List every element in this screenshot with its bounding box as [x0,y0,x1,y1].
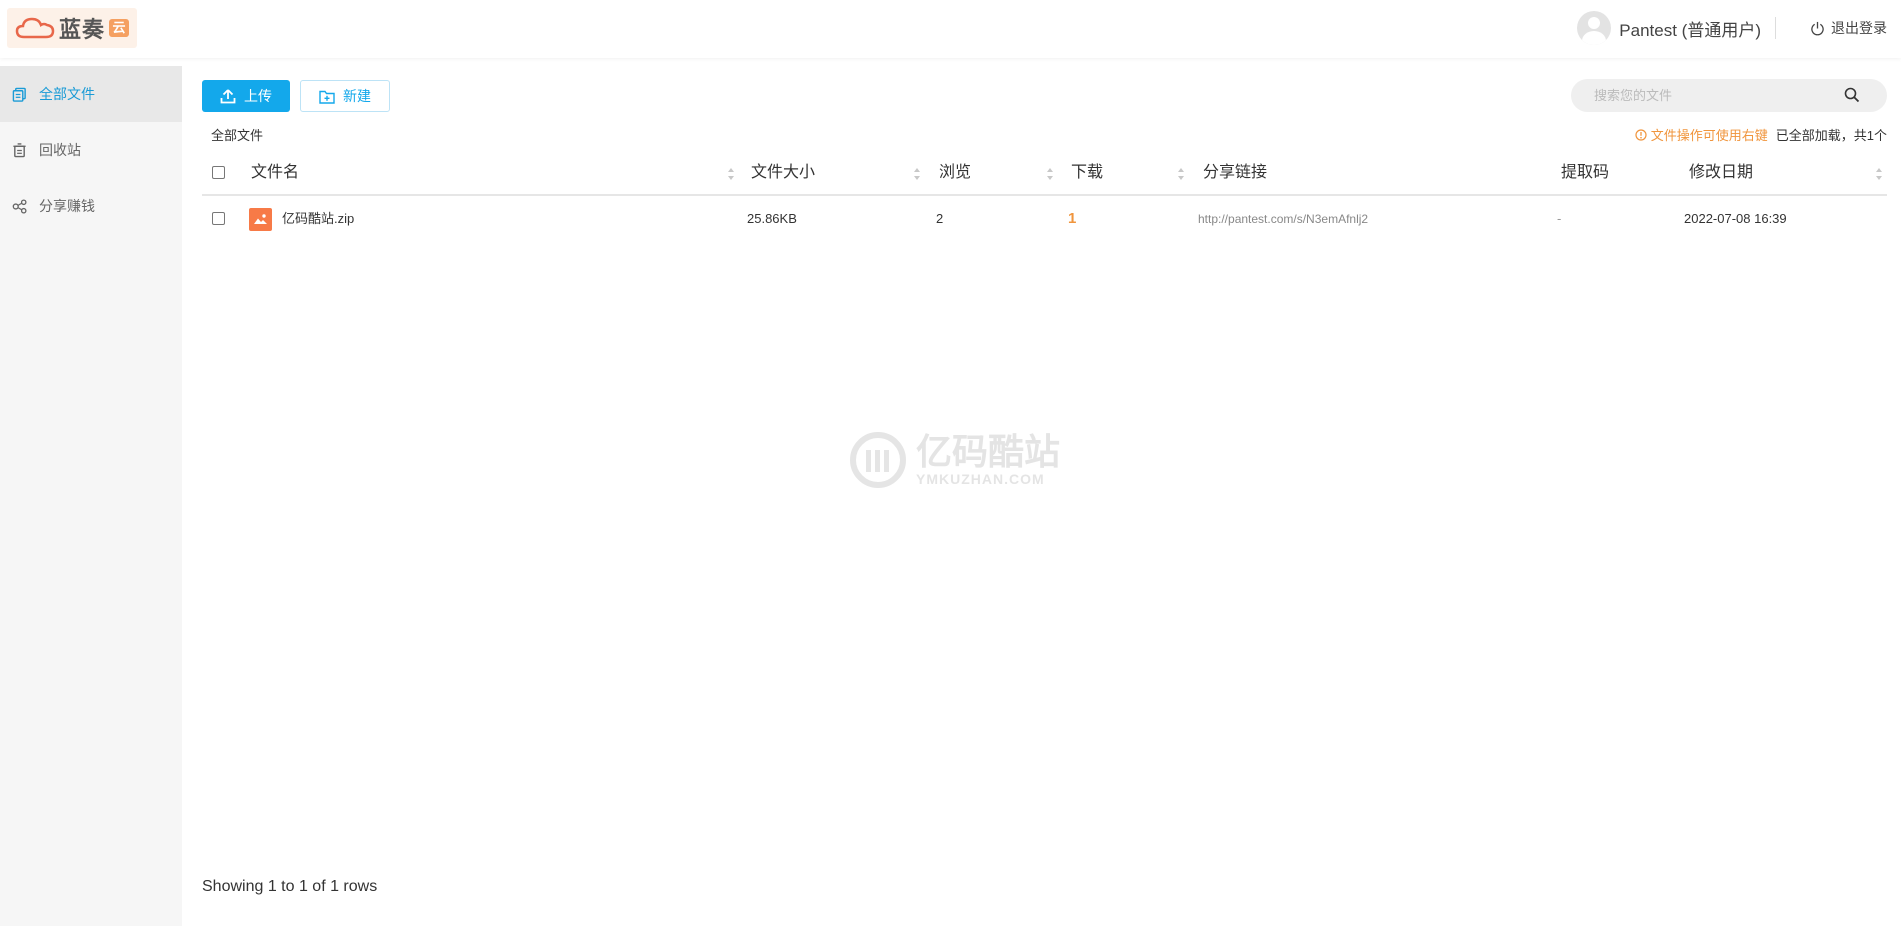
column-header-share-link[interactable]: 分享链接 [1203,150,1267,196]
table-row[interactable]: 亿码酷站.zip 25.86KB 2 1 http://pantest.com/… [202,196,1887,242]
watermark-text: 亿码酷站 YMKUZHAN.COM [916,431,1061,488]
column-header-size[interactable]: 文件大小 [751,150,815,196]
file-downloads: 1 [1068,210,1077,227]
select-all-checkbox[interactable] [212,166,225,179]
column-header-views[interactable]: 浏览 [939,150,971,196]
share-icon [12,198,27,214]
upload-label: 上传 [244,88,272,104]
trash-icon [13,142,26,157]
share-link[interactable]: http://pantest.com/s/N3emAfnlj2 [1198,196,1368,242]
column-header-name[interactable]: 文件名 [251,150,299,196]
sort-icon[interactable] [914,168,920,180]
cloud-icon [15,17,55,39]
sort-icon[interactable] [1178,168,1184,180]
image-file-icon [249,208,272,231]
logout-label: 退出登录 [1831,20,1887,36]
sidebar-item-label: 分享赚钱 [39,198,95,214]
logout-button[interactable]: 退出登录 [1810,18,1887,38]
sort-icon[interactable] [1876,168,1882,180]
logo-badge: 云 [109,19,130,37]
file-table: 文件名 文件大小 浏览 下载 分享链接 提取码 修改日期 亿码酷站.zip 25… [202,150,1887,242]
file-size: 25.86KB [747,211,797,226]
modified-date: 2022-07-08 16:39 [1684,211,1787,226]
file-views: 2 [936,211,944,226]
watermark: 亿码酷站 YMKUZHAN.COM [850,432,1060,488]
sort-icon[interactable] [728,168,734,180]
new-folder-label: 新建 [343,88,371,104]
file-name[interactable]: 亿码酷站.zip [282,196,354,242]
column-header-pickup-code[interactable]: 提取码 [1561,150,1609,196]
top-header: 蓝奏 云 Pantest (普通用户) 退出登录 [0,0,1901,58]
files-icon [12,87,26,102]
warning-icon [1635,128,1647,141]
user-info[interactable]: Pantest (普通用户) [1577,10,1761,46]
column-header-modified-date[interactable]: 修改日期 [1689,150,1753,196]
main-content: 上传 新建 全部文件 文件操作可使用右键 已全部加载，共1个 [182,58,1901,926]
upload-icon [220,89,236,104]
sidebar-item-share-earn[interactable]: 分享赚钱 [0,178,182,234]
sidebar: 全部文件 回收站 分享赚钱 [0,66,182,926]
sidebar-item-all-files[interactable]: 全部文件 [0,66,182,122]
power-icon [1811,21,1824,35]
watermark-cn: 亿码酷站 [916,431,1061,472]
new-folder-icon [319,90,335,104]
hint-bar: 文件操作可使用右键 已全部加载，共1个 [1635,125,1887,144]
right-click-hint: 文件操作可使用右键 [1635,125,1768,144]
sort-icon[interactable] [1047,168,1053,180]
breadcrumb[interactable]: 全部文件 [211,125,263,144]
pagination-info: Showing 1 to 1 of 1 rows [202,878,378,895]
user-name: Pantest (普通用户) [1619,20,1761,40]
pickup-code: - [1557,211,1562,226]
sidebar-item-trash[interactable]: 回收站 [0,122,182,178]
search-icon[interactable] [1844,87,1860,103]
sidebar-item-label: 回收站 [39,142,81,158]
table-body: 亿码酷站.zip 25.86KB 2 1 http://pantest.com/… [202,196,1887,242]
logo[interactable]: 蓝奏 云 [7,8,137,48]
column-header-downloads[interactable]: 下载 [1071,150,1103,196]
row-checkbox[interactable] [212,212,225,225]
file-count: 已全部加载，共1个 [1775,128,1887,143]
upload-button[interactable]: 上传 [202,80,290,112]
search-box [1571,79,1887,112]
hint-warning-text: 文件操作可使用右键 [1650,128,1768,143]
new-folder-button[interactable]: 新建 [300,80,390,112]
header-divider [1775,17,1776,39]
sidebar-item-label: 全部文件 [39,86,95,102]
avatar[interactable] [1577,11,1612,45]
logo-text: 蓝奏 [59,17,106,42]
watermark-logo-icon [850,432,906,488]
search-input[interactable] [1571,79,1831,112]
watermark-en: YMKUZHAN.COM [916,471,1045,487]
table-header: 文件名 文件大小 浏览 下载 分享链接 提取码 修改日期 [202,150,1887,196]
